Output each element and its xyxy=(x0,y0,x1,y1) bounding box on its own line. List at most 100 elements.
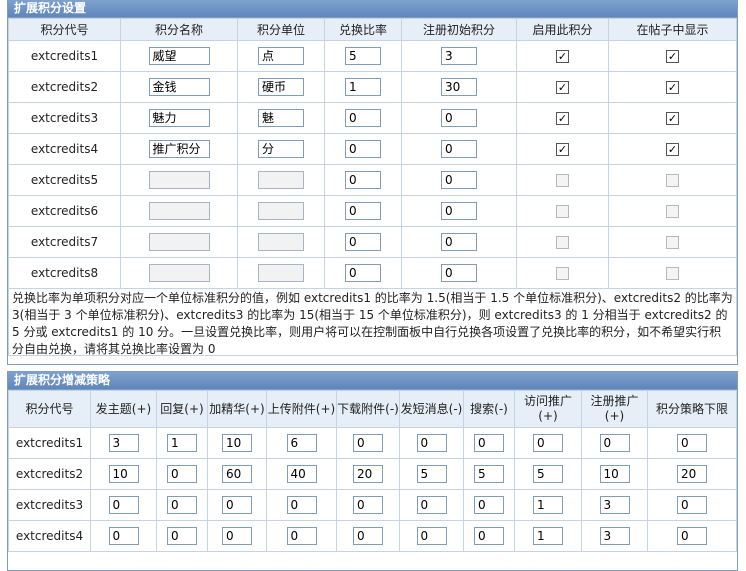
exchange-ratio-input[interactable]: 0 xyxy=(345,202,381,220)
show-in-post-checkbox[interactable] xyxy=(666,267,679,280)
policy-value-input[interactable]: 10 xyxy=(222,434,252,452)
initial-credits-input[interactable]: 0 xyxy=(441,233,477,251)
initial-credits-input[interactable]: 0 xyxy=(441,140,477,158)
credit-name-input[interactable] xyxy=(148,171,210,189)
enable-credit-checkbox[interactable] xyxy=(556,174,569,187)
policy-value-input[interactable]: 1 xyxy=(167,434,197,452)
credit-name-input[interactable] xyxy=(148,233,210,251)
policy-value-input[interactable]: 5 xyxy=(474,465,504,483)
credit-unit-input[interactable]: 点 xyxy=(258,47,304,65)
credit-name-input[interactable]: 威望 xyxy=(148,47,210,65)
show-in-post-checkbox[interactable]: ✓ xyxy=(666,81,679,94)
policy-value-input[interactable]: 10 xyxy=(599,465,630,483)
exchange-ratio-input[interactable]: 0 xyxy=(345,171,381,189)
policy-value-input[interactable]: 3 xyxy=(599,496,630,514)
exchange-ratio-input[interactable]: 0 xyxy=(345,233,381,251)
policy-value-input[interactable]: 0 xyxy=(353,434,383,452)
enable-credit-checkbox[interactable] xyxy=(556,205,569,218)
cell: 0 xyxy=(514,427,582,459)
policy-value-input[interactable]: 0 xyxy=(167,527,197,545)
policy-value-input[interactable]: 40 xyxy=(286,465,317,483)
exchange-ratio-input[interactable]: 1 xyxy=(345,78,381,96)
exchange-ratio-input[interactable]: 0 xyxy=(345,140,381,158)
initial-credits-input[interactable]: 0 xyxy=(441,109,477,127)
show-in-post-checkbox[interactable]: ✓ xyxy=(666,112,679,125)
policy-value-input[interactable]: 6 xyxy=(286,434,317,452)
credit-unit-input[interactable] xyxy=(258,171,304,189)
show-in-post-checkbox[interactable]: ✓ xyxy=(666,143,679,156)
policy-value-input[interactable]: 0 xyxy=(474,434,504,452)
policy-value-input[interactable]: 0 xyxy=(416,527,447,545)
policy-value-input[interactable]: 0 xyxy=(108,527,139,545)
policy-value-input[interactable]: 0 xyxy=(533,434,563,452)
enable-credit-checkbox[interactable] xyxy=(556,267,569,280)
table-row: extcredits6 0 0 xyxy=(8,195,737,227)
initial-credits-input[interactable]: 0 xyxy=(441,264,477,282)
policy-value-input[interactable]: 0 xyxy=(416,496,447,514)
credit-unit-input[interactable]: 魅 xyxy=(258,109,304,127)
policy-value-input[interactable]: 0 xyxy=(677,496,707,514)
initial-credits-input[interactable]: 30 xyxy=(441,78,477,96)
policy-value-input[interactable]: 0 xyxy=(474,527,504,545)
initial-credits-input[interactable]: 0 xyxy=(441,171,477,189)
exchange-ratio-input[interactable]: 5 xyxy=(345,47,381,65)
policy-value-input[interactable]: 5 xyxy=(533,465,563,483)
credit-name-input[interactable]: 魅力 xyxy=(148,109,210,127)
policy-value-input[interactable]: 0 xyxy=(599,434,630,452)
policy-value-input[interactable]: 0 xyxy=(167,465,197,483)
credit-name-input[interactable] xyxy=(148,202,210,220)
show-in-post-checkbox[interactable] xyxy=(666,205,679,218)
policy-value-input[interactable]: 0 xyxy=(286,496,317,514)
credit-name-input[interactable]: 推广积分 xyxy=(148,140,210,158)
cell: ✓ xyxy=(516,40,609,72)
initial-credits-input[interactable]: 0 xyxy=(441,202,477,220)
policy-value-input[interactable]: 20 xyxy=(353,465,383,483)
column-header: 积分代号 xyxy=(8,390,91,428)
credit-unit-input[interactable]: 硬币 xyxy=(258,78,304,96)
policy-value-input[interactable]: 0 xyxy=(677,527,707,545)
policy-value-input[interactable]: 0 xyxy=(222,527,252,545)
policy-value-input[interactable]: 0 xyxy=(474,496,504,514)
policy-value-input[interactable]: 1 xyxy=(533,496,563,514)
cell: 0 xyxy=(399,520,464,552)
policy-value-input[interactable]: 0 xyxy=(353,527,383,545)
credit-code: extcredits4 xyxy=(8,520,91,552)
policy-value-input[interactable]: 0 xyxy=(222,496,252,514)
policy-value-input[interactable]: 0 xyxy=(108,496,139,514)
enable-credit-checkbox[interactable]: ✓ xyxy=(556,112,569,125)
policy-value-input[interactable]: 0 xyxy=(677,434,707,452)
credit-name-input[interactable] xyxy=(148,264,210,282)
show-in-post-checkbox[interactable]: ✓ xyxy=(666,50,679,63)
cell: 30 xyxy=(401,71,517,103)
credit-unit-input[interactable] xyxy=(258,233,304,251)
policy-value-input[interactable]: 0 xyxy=(353,496,383,514)
credit-unit-input[interactable]: 分 xyxy=(258,140,304,158)
exchange-ratio-input[interactable]: 0 xyxy=(345,109,381,127)
enable-credit-checkbox[interactable]: ✓ xyxy=(556,50,569,63)
enable-credit-checkbox[interactable]: ✓ xyxy=(556,81,569,94)
exchange-ratio-input[interactable]: 0 xyxy=(345,264,381,282)
credit-code: extcredits3 xyxy=(8,102,121,134)
policy-value-input[interactable]: 3 xyxy=(599,527,630,545)
column-header: 在帖子中显示 xyxy=(608,18,737,41)
policy-value-input[interactable]: 1 xyxy=(533,527,563,545)
policy-value-input[interactable]: 10 xyxy=(108,465,139,483)
credit-unit-input[interactable] xyxy=(258,202,304,220)
column-header: 注册推广(+) xyxy=(581,390,648,428)
policy-value-input[interactable]: 3 xyxy=(108,434,139,452)
cell: 0 xyxy=(156,489,208,521)
cell: 0 xyxy=(463,489,515,521)
policy-value-input[interactable]: 60 xyxy=(222,465,252,483)
enable-credit-checkbox[interactable] xyxy=(556,236,569,249)
enable-credit-checkbox[interactable]: ✓ xyxy=(556,143,569,156)
show-in-post-checkbox[interactable] xyxy=(666,236,679,249)
policy-value-input[interactable]: 0 xyxy=(416,434,447,452)
credit-name-input[interactable]: 金钱 xyxy=(148,78,210,96)
initial-credits-input[interactable]: 3 xyxy=(441,47,477,65)
policy-value-input[interactable]: 0 xyxy=(286,527,317,545)
credit-unit-input[interactable] xyxy=(258,264,304,282)
show-in-post-checkbox[interactable] xyxy=(666,174,679,187)
policy-value-input[interactable]: 0 xyxy=(167,496,197,514)
policy-value-input[interactable]: 20 xyxy=(677,465,707,483)
policy-value-input[interactable]: 5 xyxy=(416,465,447,483)
